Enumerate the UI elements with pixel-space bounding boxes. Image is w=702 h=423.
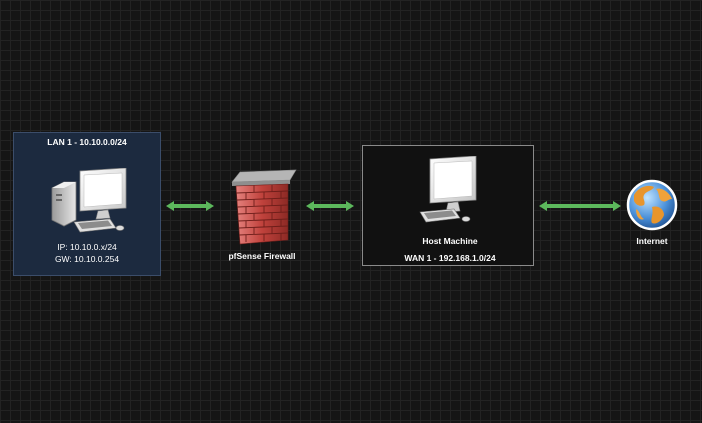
lan-title: LAN 1 - 10.10.0.0/24 — [47, 137, 127, 147]
internet-label: Internet — [636, 236, 668, 246]
computer-icon — [418, 156, 480, 224]
firewall-icon[interactable] — [226, 168, 298, 246]
lan-gateway-text: GW: 10.10.0.254 — [54, 254, 120, 264]
globe-icon[interactable] — [626, 179, 678, 231]
host-machine-label: Host Machine — [422, 236, 478, 246]
firewall-label: pfSense Firewall — [228, 251, 296, 261]
wan-subnet-label: WAN 1 - 192.168.1.0/24 — [404, 253, 496, 263]
double-arrow-icon[interactable] — [165, 200, 215, 212]
computer-icon — [50, 168, 130, 238]
double-arrow-icon[interactable] — [538, 200, 622, 212]
double-arrow-icon[interactable] — [305, 200, 355, 212]
lan-ip-text: IP: 10.10.0.x/24 — [57, 242, 117, 252]
